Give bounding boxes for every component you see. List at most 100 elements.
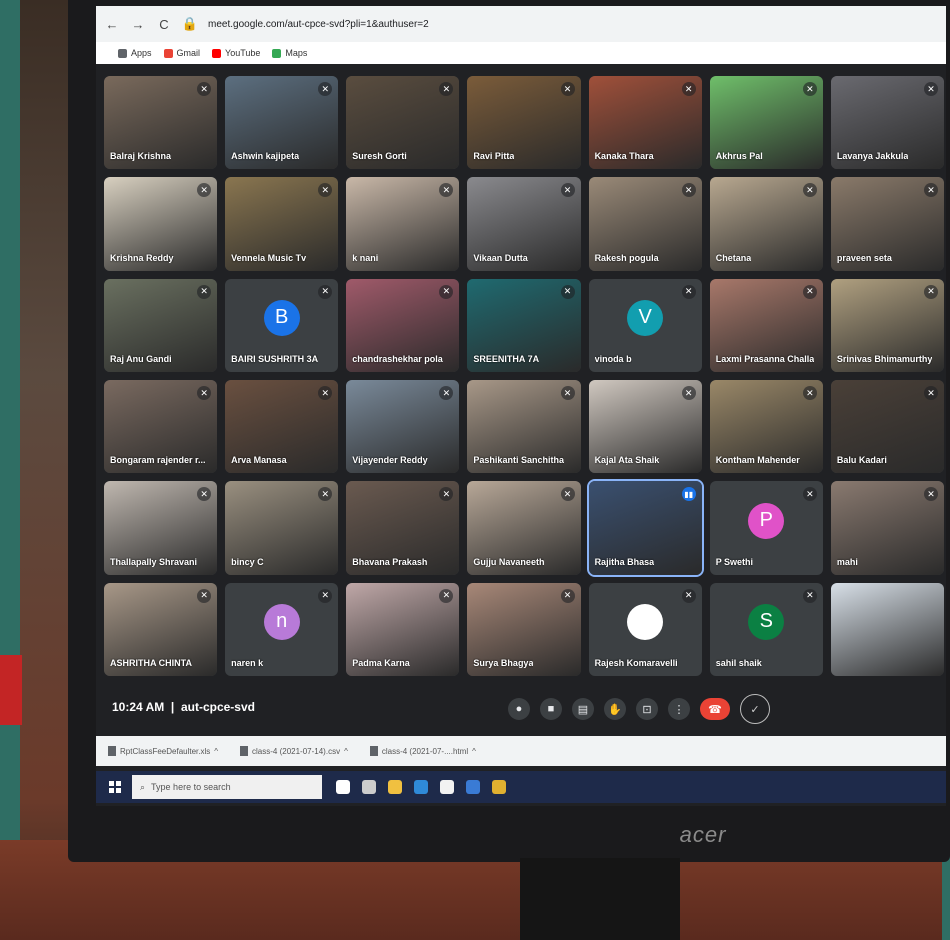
bookmark-label: Gmail — [176, 48, 201, 58]
chevron-up-icon[interactable]: ^ — [472, 747, 476, 756]
participant-tile[interactable]: ✕ Rajesh Komaravelli — [588, 582, 702, 676]
participant-tile[interactable]: ✕ Ravi Pitta — [467, 76, 581, 170]
participant-name: Suresh Gorti — [352, 151, 407, 162]
download-item[interactable]: RptClassFeeDefaulter.xls ^ — [108, 746, 218, 756]
file-icon — [108, 746, 116, 756]
mic-muted-icon: ✕ — [197, 588, 212, 603]
meeting-details: 10:24 AM | aut-cpce-svd — [112, 700, 255, 714]
participant-tile[interactable]: ✕ Surya Bhagya — [467, 582, 581, 676]
chevron-up-icon[interactable]: ^ — [214, 747, 218, 756]
participant-name: praveen seta — [836, 252, 892, 263]
participant-name: Akhrus Pal — [715, 151, 763, 162]
participant-name: Pashikanti Sanchitha — [473, 455, 564, 466]
participant-tile[interactable]: ✕ chandrashekhar pola — [346, 278, 460, 372]
forward-icon[interactable]: → — [130, 16, 146, 32]
participant-tile[interactable]: ✕ bincy C — [225, 481, 339, 575]
avatar: P — [748, 502, 785, 539]
participant-tile[interactable]: ✕ Rakesh pogula — [588, 177, 702, 271]
taskbar-search-placeholder: Type here to search — [151, 782, 231, 792]
bookmark-youtube[interactable]: YouTube — [212, 48, 260, 58]
mic-muted-icon: ✕ — [197, 284, 212, 299]
edge-icon[interactable] — [414, 780, 428, 794]
participant-tile[interactable]: ✕ Lavanya Jakkula — [830, 76, 944, 170]
participant-tile[interactable]: V ✕ vinoda b — [588, 278, 702, 372]
bookmark-maps[interactable]: Maps — [272, 48, 307, 58]
participant-tile[interactable]: ✕ Ashwin kajipeta — [225, 76, 339, 170]
captions-icon[interactable]: ▤ — [572, 698, 594, 720]
participant-name: Kajal Ata Shaik — [594, 455, 660, 466]
participant-name: Bhavana Prakash — [352, 556, 428, 567]
participant-video — [830, 582, 944, 676]
end-call-icon[interactable]: ☎ — [700, 698, 730, 720]
participant-tile[interactable]: ✕ Pashikanti Sanchitha — [467, 380, 581, 474]
participant-tile[interactable]: ✕ Balraj Krishna — [104, 76, 218, 170]
participant-tile[interactable]: ✕ Chetana — [709, 177, 823, 271]
download-item[interactable]: class-4 (2021-07-....html ^ — [369, 746, 476, 756]
reload-icon[interactable]: C — [156, 16, 172, 32]
mic-muted-icon: ✕ — [560, 284, 575, 299]
more-options-icon[interactable]: ⋮ — [668, 698, 690, 720]
file-explorer-icon[interactable] — [388, 780, 402, 794]
download-item[interactable]: class-4 (2021-07-14).csv ^ — [240, 746, 348, 756]
mic-muted-icon: ✕ — [681, 183, 696, 198]
participant-tile[interactable]: ✕ Vijayender Reddy — [346, 380, 460, 474]
participant-tile[interactable]: ✕ Kontham Mahender — [709, 380, 823, 474]
participant-tile[interactable]: ✕ Laxmi Prasanna Challa — [709, 278, 823, 372]
lock-icon: 🔒 — [181, 16, 199, 31]
mic-muted-icon: ✕ — [560, 82, 575, 96]
participant-tile[interactable]: ✕ Balu Kadari — [830, 380, 944, 474]
participant-tile[interactable]: ✕ mahi — [830, 481, 944, 575]
participant-name: Bongaram rajender r... — [110, 455, 206, 466]
back-icon[interactable]: ← — [104, 16, 120, 32]
participant-tile[interactable]: ✕ k nani — [346, 177, 460, 271]
windows-start-icon[interactable] — [102, 774, 128, 800]
participant-tile[interactable]: B ✕ BAIRI SUSHRITH 3A — [225, 278, 339, 372]
participant-tile[interactable]: ✕ Akhrus Pal — [709, 76, 823, 170]
participant-name: sahil shaik — [715, 658, 762, 668]
separator: | — [167, 700, 181, 714]
participant-tile[interactable]: ✕ Vennela Music Tv — [225, 177, 339, 271]
check-icon[interactable]: ✓ — [740, 694, 770, 724]
microphone-icon[interactable]: ● — [508, 698, 530, 720]
participant-tile[interactable]: ✕ Gujju Navaneeth — [467, 481, 581, 575]
participant-tile[interactable]: ✕ SREENITHA 7A — [467, 278, 581, 372]
participant-tile[interactable]: ▮▮ Rajitha Bhasa — [586, 479, 704, 577]
participant-tile[interactable]: ✕ Bhavana Prakash — [346, 481, 460, 575]
mail-icon[interactable] — [466, 780, 480, 794]
participant-name: Vikaan Dutta — [473, 252, 528, 263]
monitor-stand — [520, 858, 680, 940]
mic-muted-icon: ✕ — [318, 588, 333, 603]
taskbar-search[interactable]: ⌕ Type here to search — [132, 775, 322, 799]
mic-muted-icon: ✕ — [560, 588, 575, 603]
participant-tile[interactable]: n ✕ naren k — [225, 582, 339, 676]
participant-tile[interactable]: ✕ Padma Karna — [346, 582, 460, 676]
bookmark-gmail[interactable]: Gmail — [163, 48, 201, 58]
participant-name: Kontham Mahender — [715, 455, 800, 466]
participant-tile[interactable]: ✕ ASHRITHA CHINTA — [104, 582, 218, 676]
participant-tile[interactable]: ✕ Arva Manasa — [225, 380, 339, 474]
task-view-icon[interactable] — [362, 780, 376, 794]
bookmark-apps[interactable]: Apps — [118, 48, 152, 58]
participant-tile[interactable]: P ✕ P Swethi — [709, 481, 823, 575]
participant-tile[interactable]: ✕ Raj Anu Gandi — [104, 278, 218, 372]
participant-tile[interactable]: ✕ Kanaka Thara — [588, 76, 702, 170]
participant-tile[interactable]: S ✕ sahil shaik — [709, 582, 823, 676]
participant-tile[interactable]: ✕ Suresh Gorti — [346, 76, 460, 170]
participant-tile[interactable]: ✕ praveen seta — [830, 177, 944, 271]
camera-icon[interactable]: ■ — [540, 698, 562, 720]
file-icon — [369, 746, 378, 756]
chrome-icon[interactable] — [492, 780, 506, 794]
cortana-icon[interactable] — [336, 780, 350, 794]
participant-tile[interactable]: ✕ Kajal Ata Shaik — [588, 380, 702, 474]
url-text[interactable]: meet.google.com/aut-cpce-svd?pli=1&authu… — [208, 19, 429, 30]
chevron-up-icon[interactable]: ^ — [344, 747, 348, 756]
hand-icon[interactable]: ✋ — [604, 698, 626, 720]
participant-tile[interactable]: ✕ Vikaan Dutta — [467, 177, 581, 271]
store-icon[interactable] — [440, 780, 454, 794]
participant-tile[interactable]: ✕ Bongaram rajender r... — [104, 380, 218, 474]
participant-tile[interactable]: ✕ Thallapally Shravani — [104, 481, 218, 575]
present-icon[interactable]: ⊡ — [636, 698, 658, 720]
participant-tile[interactable]: ✕ Krishna Reddy — [104, 177, 218, 271]
participant-tile[interactable] — [830, 582, 944, 676]
participant-tile[interactable]: ✕ Srinivas Bhimamurthy — [830, 278, 944, 372]
